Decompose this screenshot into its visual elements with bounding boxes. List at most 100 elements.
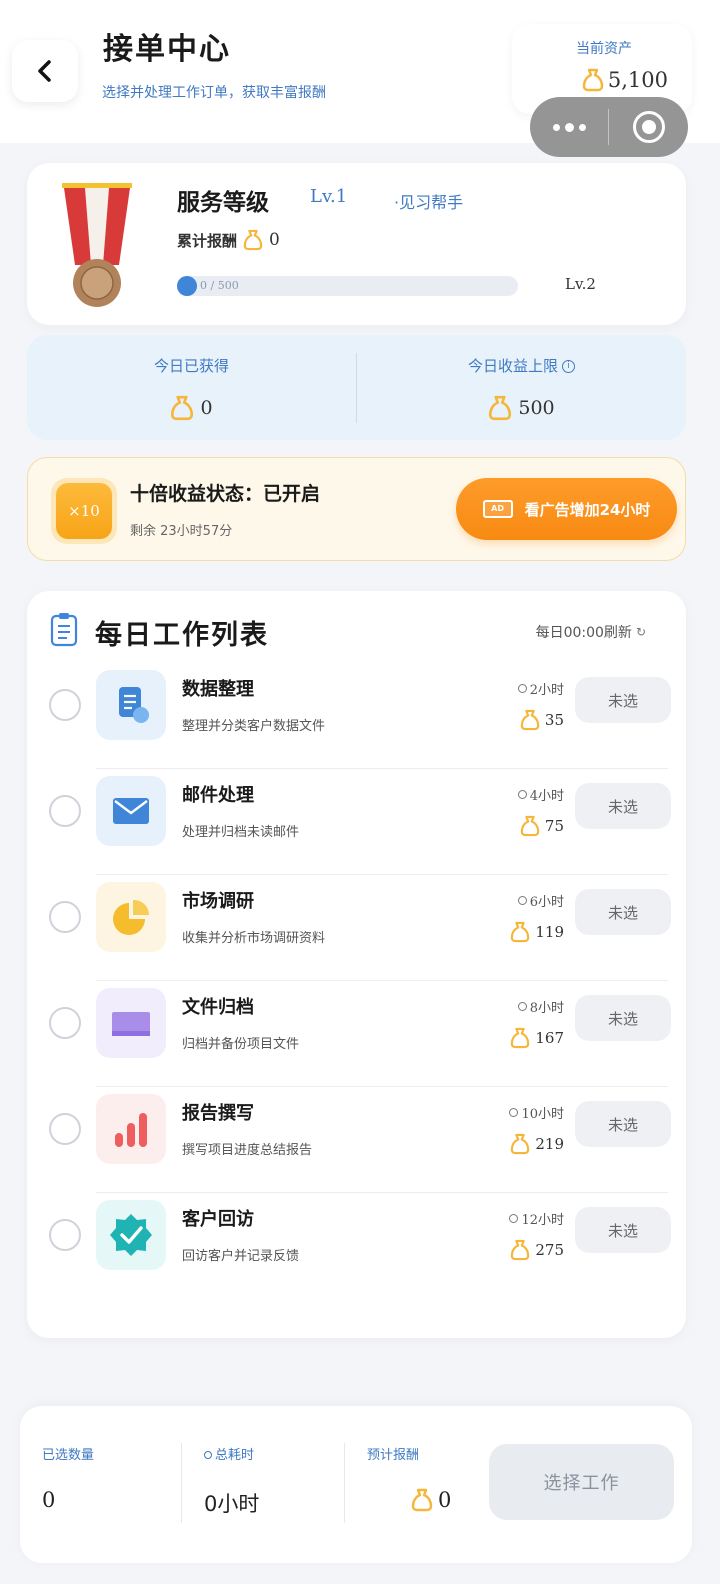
boost-remaining-time: 剩余 23小时57分 [130,524,233,539]
asset-label: 当前资产 [576,41,632,57]
info-icon[interactable]: i [562,360,575,373]
target-icon [632,111,665,143]
work-item-icon-tile [96,988,166,1058]
refresh-info[interactable]: 每日00:00刷新 ↻ [536,622,646,642]
total-reward-label: 累计报酬 [177,231,238,250]
expected-reward: 预计报酬 0 [367,1406,477,1563]
work-list-card: 每日工作列表 每日00:00刷新 ↻ 数据整理 整理并分类客户数据文件 2小时 … [27,591,686,1338]
clock-icon [517,790,527,799]
work-item-hours: 4小时 [517,785,564,804]
summary-divider [344,1443,345,1523]
select-status-button[interactable]: 未选 [575,995,671,1041]
select-status-button[interactable]: 未选 [575,889,671,935]
level-name: 服务等级 [177,190,269,216]
total-reward-value: 0 [269,230,280,250]
close-mini-program-button[interactable] [609,111,688,143]
work-item[interactable]: 邮件处理 处理并归档未读邮件 4小时 75 未选 [27,769,686,875]
select-radio[interactable] [49,901,81,933]
daily-limit-label-wrap: 今日收益上限 i [357,355,686,376]
work-item-desc: 归档并备份项目文件 [182,1037,300,1052]
work-item-reward: 119 [510,921,564,943]
work-item-hours-text: 4小时 [529,789,564,804]
select-status-button[interactable]: 未选 [575,1101,671,1147]
work-item-desc: 回访客户并记录反馈 [182,1249,300,1264]
expected-reward-amount: 0 [438,1488,452,1512]
select-radio[interactable] [49,1007,81,1039]
daily-limit-value: 500 [357,395,686,421]
work-item-name: 文件归档 [182,997,254,1018]
selected-count-label: 已选数量 [42,1448,95,1463]
coin-bag-icon [511,1133,530,1155]
work-item-icon-tile [96,1094,166,1164]
select-radio[interactable] [49,795,81,827]
work-item-hours-text: 6小时 [529,895,564,910]
verified-badge-icon [110,1214,152,1256]
clock-icon [204,1451,212,1459]
level-card: 服务等级 Lv.1 ·见习帮手 累计报酬 0 0 / 500 Lv.2 [27,163,686,325]
work-item-reward: 219 [510,1133,564,1155]
clipboard-icon [50,613,78,647]
coin-bag-icon [511,1027,530,1049]
total-reward: 累计报酬 0 [177,229,280,251]
work-list-title: 每日工作列表 [95,620,269,651]
work-item-reward-value: 119 [535,923,564,941]
watch-ad-button[interactable]: AD 看广告增加24小时 [456,478,677,540]
back-button[interactable] [12,40,78,102]
work-item-name: 客户回访 [182,1209,254,1230]
select-status-button[interactable]: 未选 [575,783,671,829]
work-item-hours: 10小时 [509,1103,564,1122]
clock-icon [509,1214,519,1223]
coin-bag-icon [489,395,512,421]
work-item[interactable]: 市场调研 收集并分析市场调研资料 6小时 119 未选 [27,875,686,981]
bar-chart-icon [115,1113,147,1147]
work-item-reward-value: 167 [535,1029,564,1047]
level-progress-text: 0 / 500 [200,279,239,292]
next-level-label: Lv.2 [565,275,596,293]
mail-icon [113,798,149,824]
work-item-reward-value: 35 [544,711,564,729]
selection-summary-bar: 已选数量 0 总耗时 0小时 预计报酬 0 选择工作 [20,1406,692,1563]
select-radio[interactable] [49,689,81,721]
work-item-hours: 8小时 [517,997,564,1016]
ad-icon: AD [482,500,513,518]
work-item-reward-value: 219 [535,1135,564,1153]
pie-icon [113,899,150,935]
clock-icon [517,684,527,693]
asset-amount: 5,100 [607,68,668,92]
coin-bag-icon [243,229,263,251]
work-item[interactable]: 数据整理 整理并分类客户数据文件 2小时 35 未选 [27,663,686,769]
work-item-icon-tile [96,882,166,952]
coin-bag-icon [411,1488,433,1512]
level-progress-fill [177,276,197,296]
work-item-desc: 处理并归档未读邮件 [182,825,300,840]
today-earned-amount: 0 [200,397,213,419]
work-item-hours-text: 10小时 [521,1107,564,1122]
work-item[interactable]: 文件归档 归档并备份项目文件 8小时 167 未选 [27,981,686,1087]
work-item-name: 市场调研 [182,891,254,912]
document-icon [119,687,149,723]
work-item-reward: 35 [520,709,564,731]
work-item[interactable]: 报告撰写 撰写项目进度总结报告 10小时 219 未选 [27,1087,686,1193]
medal-icon [62,183,132,307]
clock-icon [509,1108,519,1117]
select-status-button[interactable]: 未选 [575,1207,671,1253]
work-item-reward: 275 [510,1239,564,1261]
daily-limit-label: 今日收益上限 [467,357,558,375]
coin-bag-icon [520,815,540,837]
work-item[interactable]: 客户回访 回访客户并记录反馈 12小时 275 未选 [27,1193,686,1299]
select-radio[interactable] [49,1113,81,1145]
work-item-desc: 整理并分类客户数据文件 [182,719,326,734]
coin-bag-icon [520,709,540,731]
select-work-button[interactable]: 选择工作 [489,1444,674,1520]
select-status-button[interactable]: 未选 [575,677,671,723]
more-dots-icon-mid [564,122,574,132]
boost-status: 十倍收益状态：已开启 [130,483,321,505]
page-title: 接单中心 [103,32,231,67]
level-rank: ·见习帮手 [394,193,464,212]
total-time-value: 0小时 [204,1492,260,1516]
work-item-hours: 6小时 [517,891,564,910]
total-time-label: 总耗时 [215,1448,255,1463]
more-menu-button[interactable] [530,122,608,132]
select-radio[interactable] [49,1219,81,1251]
today-earned: 今日已获得 0 [27,335,356,440]
